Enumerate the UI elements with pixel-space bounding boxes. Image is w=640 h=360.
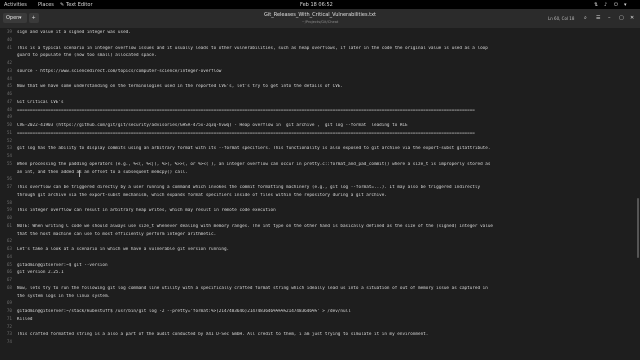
line-number: 70 — [6, 309, 12, 314]
editor-line[interactable]: an int, and then added as an offset to a… — [17, 170, 635, 175]
line-number: 43 — [6, 68, 12, 74]
editor-line[interactable]: Killed — [17, 317, 635, 322]
line-number: 55 — [6, 161, 12, 167]
line-number: 47 — [6, 99, 12, 105]
editor-line[interactable]: Git Critical CVE's — [17, 100, 635, 105]
editor-line[interactable]: This is a typical scenario in integer ov… — [17, 46, 635, 51]
activities-button[interactable]: Activities — [4, 2, 27, 8]
line-number: 44 — [6, 76, 12, 82]
line-number: 42 — [6, 61, 12, 66]
line-number: 69 — [6, 301, 12, 307]
line-number: 48 — [6, 107, 12, 113]
line-number: 49 — [6, 115, 12, 121]
editor-line[interactable]: gitadmin@gitserver:~$ git --version — [17, 263, 635, 268]
places-menu[interactable]: Places — [38, 2, 54, 8]
menu-icon[interactable]: ☰ — [596, 15, 600, 22]
line-number: 52 — [6, 138, 12, 144]
search-icon[interactable]: ⌕ — [584, 15, 587, 22]
minimize-icon[interactable]: – — [608, 15, 611, 22]
line-number: 61 — [6, 223, 12, 229]
editor-line[interactable]: gitadmin@gitserver:~/stack/kubestuff$ /u… — [17, 309, 635, 314]
network-icon[interactable]: ⇅ — [594, 2, 598, 8]
editor-line[interactable]: Now that we have some understanding on t… — [17, 84, 635, 89]
app-menu-icon[interactable]: ✎ — [60, 2, 64, 8]
editor-line[interactable]: that the host machine can use to most ef… — [17, 232, 635, 237]
editor-line[interactable]: the system logs in the linux system. — [17, 294, 635, 299]
line-number: 60 — [6, 216, 12, 221]
line-number: 56 — [6, 177, 12, 183]
editor-line[interactable]: git log has the ability to display commi… — [17, 146, 635, 151]
line-number: 73 — [6, 332, 12, 338]
line-number: 63 — [6, 247, 12, 252]
power-icon[interactable]: ⏻ — [614, 2, 618, 8]
editor-line[interactable]: sign and value it a signed integer was u… — [17, 30, 635, 35]
line-number: 58 — [6, 200, 12, 206]
editor-header-bar: Open ▾ + Git_Releases_With_Critical_Vuln… — [0, 9, 640, 29]
editor-line[interactable]: This crafted formatted string is a also … — [17, 332, 635, 337]
editor-line[interactable]: Now, lets try to run the following git l… — [17, 286, 635, 291]
editor-line[interactable]: ========================================… — [17, 108, 635, 113]
line-number: 41 — [6, 45, 12, 51]
line-number: 50 — [6, 123, 12, 128]
line-number: 51 — [6, 130, 12, 136]
line-number: 66 — [6, 270, 12, 276]
editor-line[interactable]: ========================================… — [17, 131, 635, 136]
add-icon: + — [31, 14, 36, 21]
new-tab-button[interactable]: + — [29, 13, 39, 23]
editor-line[interactable]: When processing the padding operators (e… — [17, 162, 635, 167]
line-number: 74 — [6, 340, 12, 345]
volume-icon[interactable]: ♪ — [604, 2, 607, 8]
editor-line[interactable]: NOTE: When writing C code we should alwa… — [17, 224, 635, 229]
chevron-down-icon[interactable]: ▾ — [624, 2, 627, 8]
document-path: ~/Projects/Git/Cheat — [301, 20, 339, 24]
editor-line[interactable]: through git archive via the export-subst… — [17, 193, 635, 198]
line-number: 64 — [6, 254, 12, 260]
clock[interactable]: Feb 18 06:52 — [300, 2, 333, 8]
chevron-down-icon: ▾ — [19, 14, 22, 21]
editor-line[interactable]: This overflow can be triggered directly … — [17, 185, 635, 190]
line-number: 68 — [6, 285, 12, 291]
text-editor-area[interactable]: 39 sign and value it a signed integer was… — [0, 28, 640, 360]
line-number: 72 — [6, 324, 12, 330]
line-number: 40 — [6, 37, 12, 43]
cursor-position[interactable]: Ln 60, Col 18 — [548, 15, 574, 22]
line-number: 39 — [6, 30, 12, 35]
line-number: 62 — [6, 239, 12, 245]
system-top-bar: Activities Places ✎ Text Editor Feb 18 0… — [0, 0, 640, 9]
line-number: 54 — [6, 154, 12, 159]
editor-line[interactable]: source - https://www.sciencedirect.com/t… — [17, 69, 635, 74]
editor-line[interactable]: This integer overflow can result in arbi… — [17, 208, 635, 213]
editor-line[interactable]: guard to populate the (now too small) al… — [17, 53, 635, 58]
line-list: 39 sign and value it a signed integer was… — [0, 28, 640, 360]
line-number: 65 — [6, 262, 12, 268]
scrollbar-thumb[interactable] — [637, 198, 639, 258]
open-button-label: Open — [6, 14, 20, 21]
line-number: 46 — [6, 92, 12, 97]
line-number: 53 — [6, 146, 12, 152]
line-number: 59 — [6, 208, 12, 214]
editor-line[interactable]: Let's take a look at a scenario in which… — [17, 247, 635, 252]
vertical-scrollbar[interactable] — [636, 28, 640, 360]
text-cursor — [79, 170, 80, 177]
line-number: 71 — [6, 316, 12, 322]
close-icon[interactable]: ✕ — [630, 15, 634, 22]
line-number: 45 — [6, 84, 12, 90]
line-number: 57 — [6, 185, 12, 190]
editor-line[interactable]: CVE-2022-41903 (https://github.com/git/g… — [17, 123, 635, 128]
maximize-icon[interactable]: ▢ — [619, 15, 624, 22]
app-menu[interactable]: Text Editor — [66, 2, 93, 8]
editor-line[interactable]: git version 2.25.1 — [17, 270, 635, 275]
open-button[interactable]: Open ▾ — [3, 13, 27, 23]
line-number: 67 — [6, 278, 12, 283]
document-title: Git_Releases_With_Critical_Vulnerabiliti… — [263, 12, 377, 18]
